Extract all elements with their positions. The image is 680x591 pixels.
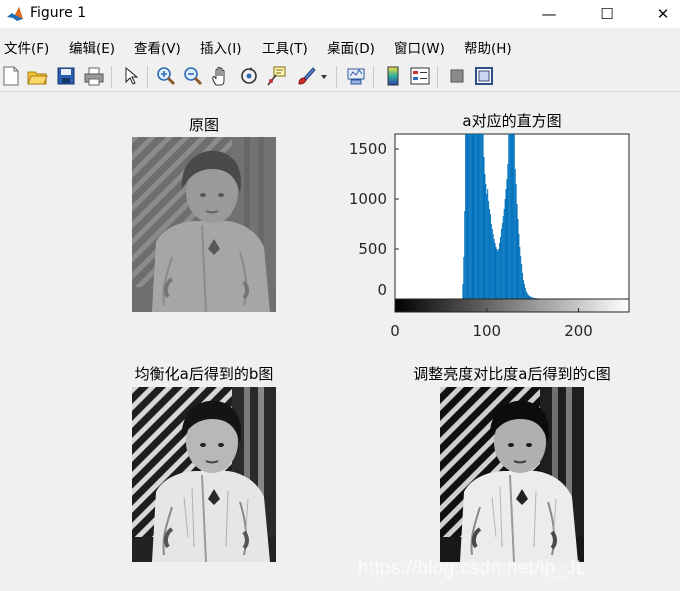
matlab-logo-icon: [6, 5, 24, 23]
y-tick-label: 500: [358, 240, 387, 258]
y-tick-label: 0: [377, 281, 387, 299]
maximize-button[interactable]: ☐: [584, 0, 630, 28]
close-button[interactable]: ✕: [640, 0, 680, 28]
toolbar-separator: [373, 66, 374, 88]
menu-file[interactable]: 文件(F): [4, 37, 49, 57]
toolbar-separator: [437, 66, 438, 88]
hide-plot-tools-icon[interactable]: [446, 65, 468, 87]
toolbar-separator: [111, 66, 112, 88]
subplot-title-adjusted: 调整亮度对比度a后得到的c图: [413, 365, 611, 383]
y-tick-label: 1000: [349, 190, 387, 208]
equalized-image[interactable]: [132, 387, 276, 562]
x-tick-label: 0: [390, 322, 400, 340]
subplot-title-equalized: 均衡化a后得到的b图: [134, 365, 274, 383]
menu-edit[interactable]: 编辑(E): [69, 37, 115, 57]
legend-icon[interactable]: [409, 65, 431, 87]
save-icon[interactable]: [55, 65, 77, 87]
adjusted-image[interactable]: [440, 387, 584, 562]
y-tick-label: 1500: [349, 140, 387, 158]
toolbar-separator: [147, 66, 148, 88]
x-tick-label: 100: [472, 322, 501, 340]
link-plot-icon[interactable]: [345, 65, 367, 87]
zoom-in-icon[interactable]: [155, 65, 177, 87]
data-cursor-icon[interactable]: [265, 65, 287, 87]
rotate-3d-icon[interactable]: [238, 65, 260, 87]
toolbar-separator: [336, 66, 337, 88]
x-tick-label: 200: [564, 322, 593, 340]
pan-hand-icon[interactable]: [210, 65, 232, 87]
show-plot-tools-icon[interactable]: [473, 65, 495, 87]
brush-dropdown-icon[interactable]: [318, 65, 330, 87]
new-figure-icon[interactable]: [0, 65, 22, 87]
original-image[interactable]: [132, 137, 276, 312]
histogram-axes[interactable]: 0 100 200 0 500 1000 1500: [340, 128, 640, 353]
window-titlebar: Figure 1 — ☐ ✕: [0, 0, 680, 28]
brush-icon[interactable]: [295, 65, 317, 87]
subplot-title-original: 原图: [188, 116, 220, 134]
menu-insert[interactable]: 插入(I): [200, 37, 242, 57]
menu-bar: 文件(F) 编辑(E) 查看(V) 插入(I) 工具(T) 桌面(D) 窗口(W…: [0, 34, 680, 58]
grayscale-colorbar: [394, 298, 630, 313]
open-file-icon[interactable]: [26, 65, 48, 87]
csdn-watermark: https://blog.csdn.net/lp_JL: [358, 558, 587, 579]
menu-help[interactable]: 帮助(H): [464, 37, 512, 57]
zoom-out-icon[interactable]: [182, 65, 204, 87]
minimize-button[interactable]: —: [526, 0, 572, 28]
menu-desktop[interactable]: 桌面(D): [327, 37, 375, 57]
print-icon[interactable]: [83, 65, 105, 87]
colorbar-icon[interactable]: [382, 65, 404, 87]
window-title: Figure 1: [30, 5, 87, 21]
figure-toolbar: [0, 62, 680, 92]
menu-view[interactable]: 查看(V): [134, 37, 181, 57]
menu-window[interactable]: 窗口(W): [394, 37, 445, 57]
menu-tools[interactable]: 工具(T): [262, 37, 308, 57]
edit-plot-arrow-icon[interactable]: [120, 65, 142, 87]
